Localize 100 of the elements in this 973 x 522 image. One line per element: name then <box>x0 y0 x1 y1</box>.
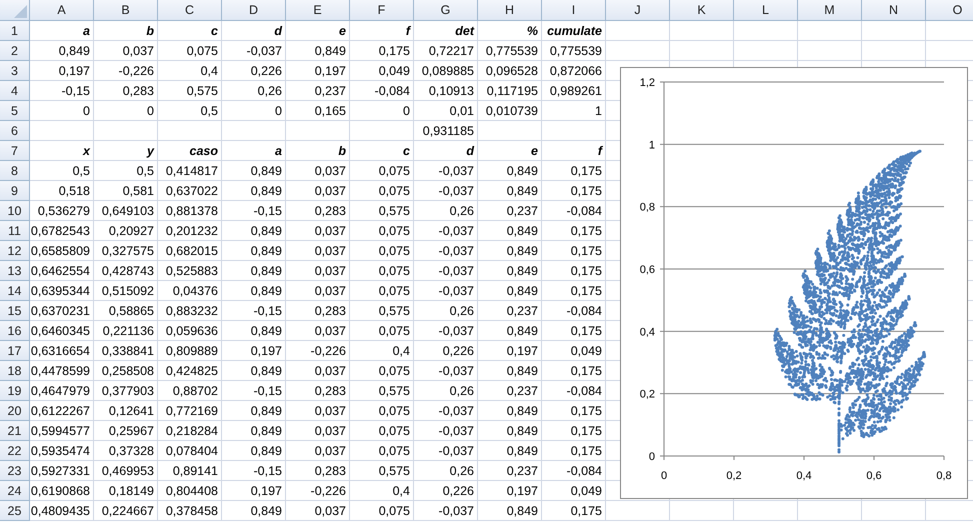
row-header[interactable]: 18 <box>0 361 30 381</box>
table-cell: -0,037 <box>414 181 478 201</box>
table-cell: 0,424825 <box>158 361 222 381</box>
row-header[interactable]: 10 <box>0 201 30 221</box>
empty-cell <box>798 21 862 41</box>
table-cell: 0,378458 <box>158 501 222 521</box>
table-cell: 0,575 <box>158 81 222 101</box>
empty-cell <box>670 501 734 521</box>
column-header[interactable]: B <box>94 0 158 21</box>
column-header[interactable]: M <box>798 0 862 21</box>
table-cell: 0,5 <box>94 161 158 181</box>
column-header[interactable]: H <box>478 0 542 21</box>
row-header[interactable]: 3 <box>0 61 30 81</box>
column-header[interactable]: J <box>606 0 670 21</box>
column-label: c <box>158 21 222 41</box>
table-cell: 0,849 <box>222 281 286 301</box>
row-header[interactable]: 9 <box>0 181 30 201</box>
table-cell: 0,377903 <box>94 381 158 401</box>
row-header[interactable]: 7 <box>0 141 30 161</box>
table-cell: -0,15 <box>222 461 286 481</box>
table-cell: 0,075 <box>350 261 414 281</box>
table-cell: 0,4647979 <box>30 381 94 401</box>
table-cell: 0 <box>222 101 286 121</box>
table-cell: 0,849 <box>222 261 286 281</box>
empty-cell <box>286 121 350 141</box>
column-header[interactable]: I <box>542 0 606 21</box>
row-header[interactable]: 20 <box>0 401 30 421</box>
table-cell: 0,637022 <box>158 181 222 201</box>
table-cell: 0,849 <box>222 361 286 381</box>
table-cell: 0,010739 <box>478 101 542 121</box>
row-header[interactable]: 15 <box>0 301 30 321</box>
table-cell: 0,989261 <box>542 81 606 101</box>
table-cell: 0,059636 <box>158 321 222 341</box>
row-header[interactable]: 17 <box>0 341 30 361</box>
table-cell: 0,037 <box>286 441 350 461</box>
row-header[interactable]: 11 <box>0 221 30 241</box>
row-header[interactable]: 23 <box>0 461 30 481</box>
table-cell: 0,26 <box>414 201 478 221</box>
row-header[interactable]: 13 <box>0 261 30 281</box>
column-header[interactable]: O <box>926 0 973 21</box>
row-header[interactable]: 5 <box>0 101 30 121</box>
y-tick-label: 0,2 <box>640 388 655 401</box>
row-header[interactable]: 21 <box>0 421 30 441</box>
row-header[interactable]: 12 <box>0 241 30 261</box>
table-cell: 0,6370231 <box>30 301 94 321</box>
table-cell: 0,26 <box>414 301 478 321</box>
table-cell: 0,049 <box>542 341 606 361</box>
table-cell: 0,075 <box>350 281 414 301</box>
row-header[interactable]: 16 <box>0 321 30 341</box>
table-cell: 0,075 <box>350 361 414 381</box>
row-header[interactable]: 4 <box>0 81 30 101</box>
table-cell: 0,88702 <box>158 381 222 401</box>
column-header[interactable]: L <box>734 0 798 21</box>
table-cell: 0 <box>350 101 414 121</box>
row-header[interactable]: 6 <box>0 121 30 141</box>
table-cell: 0,26 <box>414 381 478 401</box>
table-cell: 0,6395344 <box>30 281 94 301</box>
column-header[interactable]: K <box>670 0 734 21</box>
select-all-icon[interactable] <box>14 5 27 18</box>
table-cell: 0,20927 <box>94 221 158 241</box>
row-header[interactable]: 19 <box>0 381 30 401</box>
table-cell: 0,849 <box>478 161 542 181</box>
table-cell: 0,6460345 <box>30 321 94 341</box>
column-header[interactable]: C <box>158 0 222 21</box>
table-cell: 0,117195 <box>478 81 542 101</box>
table-cell: 0,6316654 <box>30 341 94 361</box>
table-cell: 0,849 <box>478 421 542 441</box>
x-tick-label: 0,8 <box>936 470 952 482</box>
table-cell: 0,218284 <box>158 421 222 441</box>
column-header[interactable]: F <box>350 0 414 21</box>
row-header[interactable]: 22 <box>0 441 30 461</box>
row-header[interactable]: 1 <box>0 21 30 41</box>
table-cell: 0,849 <box>222 421 286 441</box>
row-header[interactable]: 8 <box>0 161 30 181</box>
column-header[interactable]: N <box>862 0 926 21</box>
column-label: d <box>414 141 478 161</box>
table-cell: 0,175 <box>542 361 606 381</box>
row-header[interactable]: 2 <box>0 41 30 61</box>
table-cell: 0,037 <box>286 321 350 341</box>
column-header[interactable]: D <box>222 0 286 21</box>
row-header[interactable]: 24 <box>0 481 30 501</box>
row-header[interactable]: 25 <box>0 501 30 521</box>
row-header[interactable]: 14 <box>0 281 30 301</box>
table-cell: 0,175 <box>542 501 606 521</box>
column-header[interactable]: G <box>414 0 478 21</box>
y-tick-label: 0 <box>648 451 655 463</box>
x-tick-label: 0,2 <box>726 470 742 482</box>
table-cell: -0,15 <box>222 301 286 321</box>
table-cell: 0,037 <box>286 281 350 301</box>
table-cell: 0,075 <box>350 441 414 461</box>
table-cell: -0,084 <box>542 461 606 481</box>
column-header[interactable]: A <box>30 0 94 21</box>
table-cell: -0,084 <box>542 381 606 401</box>
table-cell: 0,6122267 <box>30 401 94 421</box>
column-header[interactable]: E <box>286 0 350 21</box>
table-cell: 0,037 <box>286 181 350 201</box>
column-label: e <box>478 141 542 161</box>
table-cell: 0,4478599 <box>30 361 94 381</box>
y-tick-label: 0,4 <box>640 326 655 338</box>
table-cell: 0,075 <box>350 161 414 181</box>
